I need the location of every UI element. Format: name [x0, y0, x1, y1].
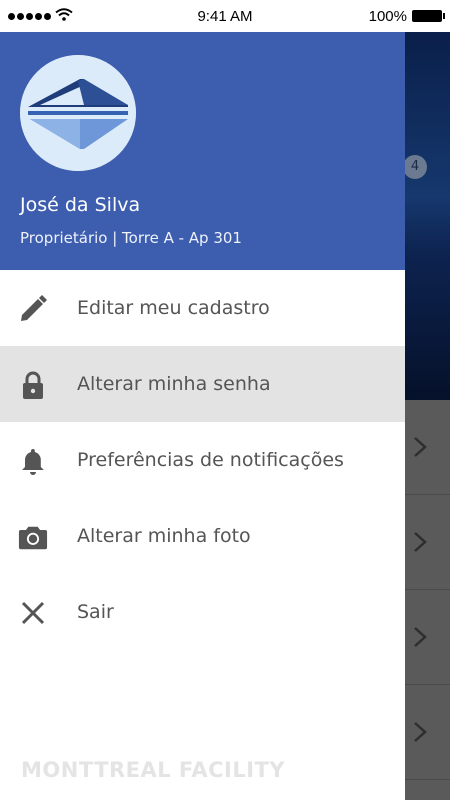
menu-item-label: Preferências de notificações	[77, 449, 344, 471]
close-icon	[18, 598, 48, 628]
chevron-right-icon	[413, 531, 427, 553]
list-item[interactable]	[405, 685, 450, 780]
user-role: Proprietário | Torre A - Ap 301	[20, 229, 242, 247]
list-item[interactable]	[405, 400, 450, 495]
bell-icon	[18, 446, 48, 476]
menu-item-label: Editar meu cadastro	[77, 297, 270, 319]
navigation-drawer: José da Silva Proprietário | Torre A - A…	[0, 32, 405, 800]
chevron-right-icon	[413, 436, 427, 458]
brand-footer: MONTTREAL FACILITY	[21, 758, 286, 782]
drawer-menu: Editar meu cadastro Alterar minha senha …	[0, 270, 405, 650]
menu-item-edit-profile[interactable]: Editar meu cadastro	[0, 270, 405, 346]
battery-icon	[412, 10, 445, 22]
signal-dots-icon	[8, 12, 51, 20]
drawer-header: José da Silva Proprietário | Torre A - A…	[0, 32, 405, 270]
pencil-icon	[18, 294, 48, 324]
menu-item-change-password[interactable]: Alterar minha senha	[0, 346, 405, 422]
user-name: José da Silva	[20, 194, 141, 216]
menu-item-label: Sair	[77, 601, 114, 623]
chevron-right-icon	[413, 626, 427, 648]
background-banner	[405, 32, 450, 400]
avatar[interactable]	[20, 55, 136, 171]
background-list	[405, 400, 450, 800]
notification-badge: 4	[403, 155, 427, 179]
menu-item-logout[interactable]: Sair	[0, 574, 405, 650]
status-bar: 9:41 AM 100%	[0, 0, 450, 32]
menu-item-notification-preferences[interactable]: Preferências de notificações	[0, 422, 405, 498]
camera-icon	[18, 522, 48, 552]
menu-item-label: Alterar minha senha	[77, 373, 271, 395]
list-item[interactable]	[405, 495, 450, 590]
wifi-icon	[55, 7, 73, 25]
menu-item-change-photo[interactable]: Alterar minha foto	[0, 498, 405, 574]
chevron-right-icon	[413, 721, 427, 743]
list-item[interactable]	[405, 590, 450, 685]
battery-percent: 100%	[368, 7, 407, 25]
lock-icon	[18, 370, 48, 400]
menu-item-label: Alterar minha foto	[77, 525, 251, 547]
building-logo-icon	[20, 55, 136, 171]
